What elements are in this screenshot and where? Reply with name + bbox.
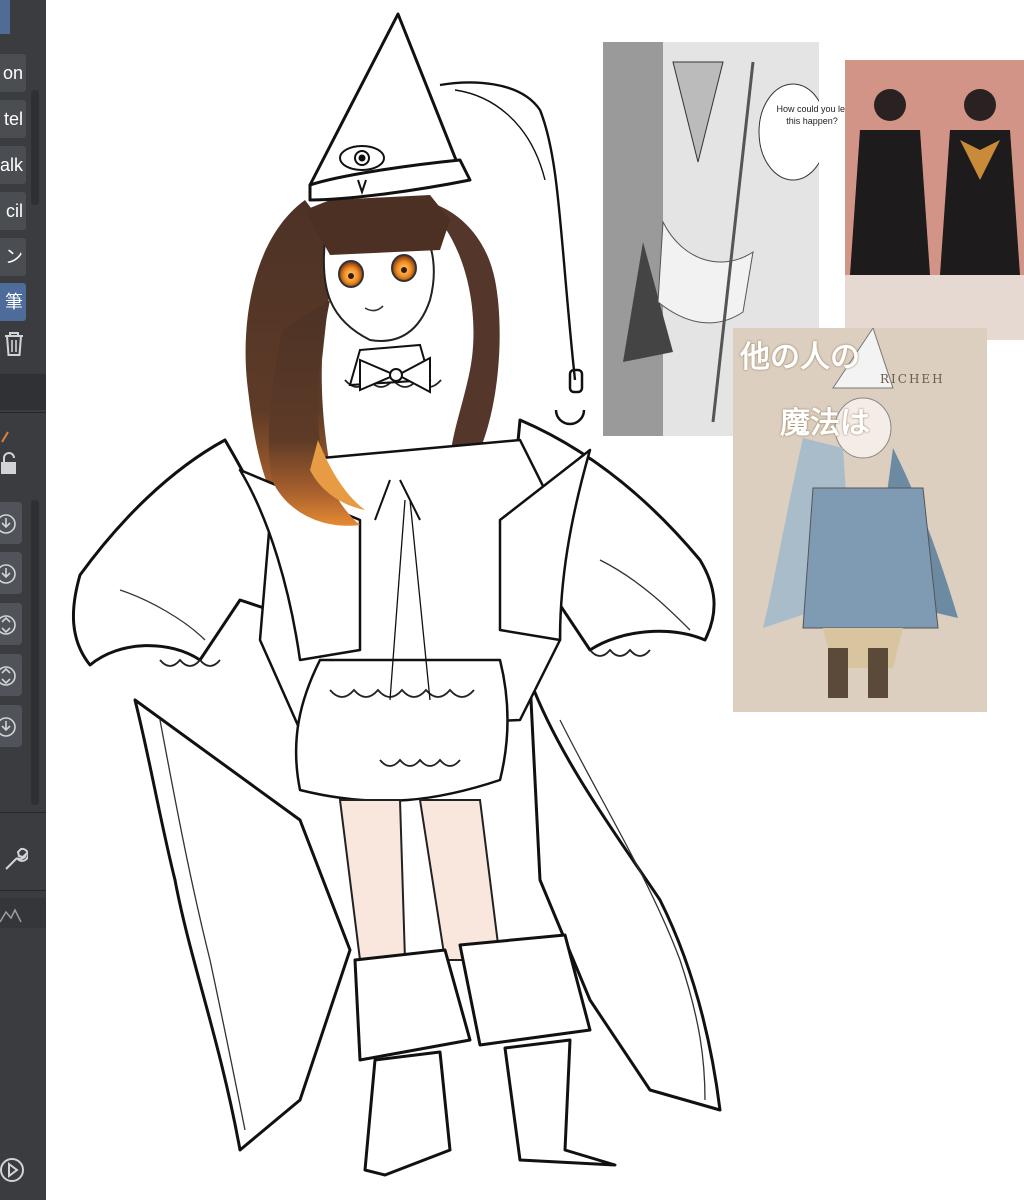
left-eye	[338, 260, 364, 288]
costume-photo	[845, 60, 1024, 340]
boots	[353, 933, 617, 1177]
hat-hook	[554, 368, 586, 426]
reference-costume-photo[interactable]	[845, 60, 1024, 340]
speech-bubble-text: How could you let this happen?	[776, 104, 848, 126]
legs	[338, 799, 502, 961]
cover-title-line2: 魔法は	[780, 406, 870, 441]
cover-banner-text: RICHEH	[880, 372, 945, 386]
reference-book-cover[interactable]	[733, 328, 987, 712]
face	[305, 195, 450, 342]
cover-title-line1: 他の人の	[740, 340, 860, 375]
book-cover-illustration	[733, 328, 987, 712]
right-eye	[391, 254, 417, 282]
